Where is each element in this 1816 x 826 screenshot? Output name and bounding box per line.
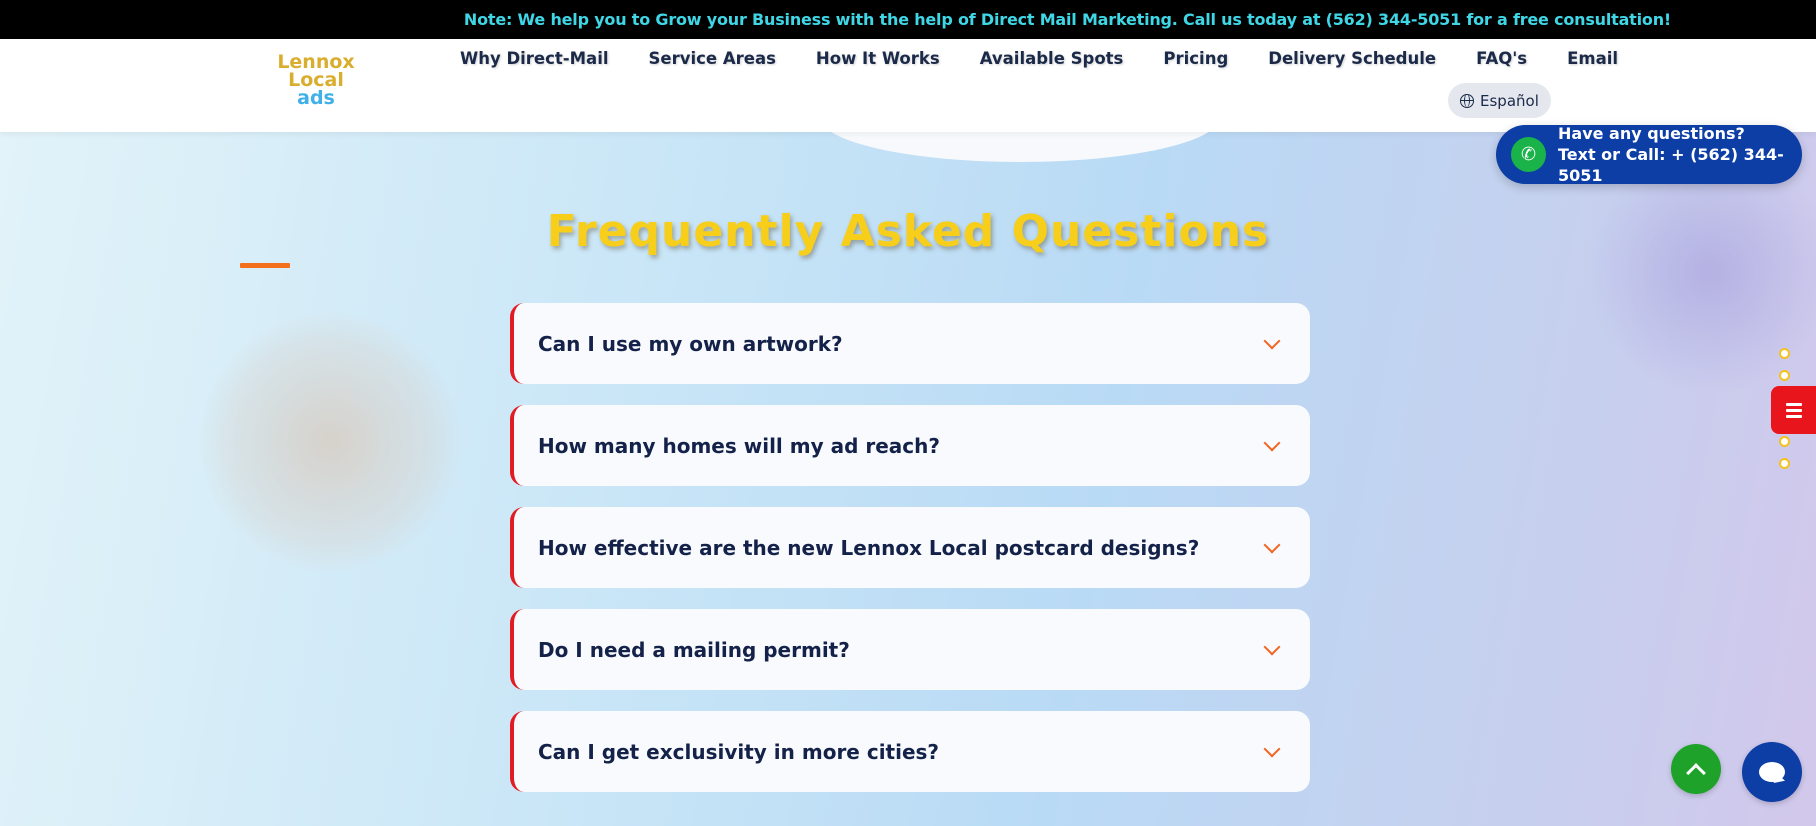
call-widget-line-1: Have any questions?	[1558, 124, 1745, 143]
faq-item[interactable]: How effective are the new Lennox Local p…	[510, 507, 1310, 588]
nav-available-spots[interactable]: Available Spots	[980, 49, 1124, 68]
call-widget-text: Have any questions? Text or Call: + (562…	[1558, 123, 1802, 186]
nav-service-areas[interactable]: Service Areas	[649, 49, 776, 68]
nav-why-direct-mail[interactable]: Why Direct-Mail	[460, 49, 609, 68]
background-blob	[200, 312, 460, 572]
scroll-top-button[interactable]	[1671, 744, 1721, 794]
faq-question: How effective are the new Lennox Local p…	[538, 535, 1200, 560]
call-widget[interactable]: ✆ Have any questions? Text or Call: + (5…	[1496, 123, 1802, 186]
call-widget-line-2: Text or Call: + (562) 344-5051	[1558, 145, 1784, 185]
faq-question: Can I get exclusivity in more cities?	[538, 739, 940, 764]
faq-question: Can I use my own artwork?	[538, 331, 843, 356]
section-dot[interactable]	[1779, 370, 1790, 381]
wave-decoration	[820, 132, 1220, 162]
chevron-down-icon	[1263, 332, 1281, 349]
chevron-down-icon	[1263, 638, 1281, 655]
chevron-up-icon	[1686, 762, 1706, 783]
announcement-bar: Note: We help you to Grow your Business …	[0, 0, 1816, 39]
faq-item[interactable]: Do I need a mailing permit?	[510, 609, 1310, 690]
site-header: Lennox Local ads Why Direct-Mail Service…	[0, 39, 1816, 132]
logo-line-3: ads	[297, 87, 335, 109]
accent-divider	[240, 263, 290, 268]
hamburger-icon	[1785, 402, 1802, 406]
hamburger-icon	[1785, 408, 1802, 412]
nav-how-it-works[interactable]: How It Works	[816, 49, 940, 68]
chevron-down-icon	[1263, 740, 1281, 757]
nav-email[interactable]: Email	[1567, 49, 1618, 68]
announcement-text: Note: We help you to Grow your Business …	[463, 10, 1671, 29]
section-dot[interactable]	[1779, 348, 1790, 359]
nav-pricing[interactable]: Pricing	[1163, 49, 1228, 68]
chevron-down-icon	[1263, 536, 1281, 553]
phone-icon: ✆	[1511, 137, 1546, 172]
faq-question: How many homes will my ad reach?	[538, 433, 940, 458]
language-label: Español	[1480, 91, 1539, 110]
faq-question: Do I need a mailing permit?	[538, 637, 850, 662]
faq-item[interactable]: How many homes will my ad reach?	[510, 405, 1310, 486]
nav-delivery-schedule[interactable]: Delivery Schedule	[1268, 49, 1436, 68]
chat-bubble-icon	[1759, 762, 1785, 782]
faq-title: Frequently Asked Questions	[546, 206, 1270, 257]
hamburger-icon	[1785, 414, 1802, 418]
section-dot[interactable]	[1779, 458, 1790, 469]
site-logo[interactable]: Lennox Local ads	[276, 53, 356, 109]
globe-icon	[1460, 93, 1474, 108]
side-menu-button[interactable]	[1771, 386, 1816, 434]
language-button[interactable]: Español	[1448, 83, 1551, 118]
main-nav: Why Direct-Mail Service Areas How It Wor…	[460, 49, 1618, 68]
faq-section: Frequently Asked Questions Can I use my …	[0, 132, 1816, 826]
nav-faqs[interactable]: FAQ's	[1476, 49, 1527, 68]
chat-button[interactable]	[1742, 742, 1802, 802]
chevron-down-icon	[1263, 434, 1281, 451]
section-dot[interactable]	[1779, 436, 1790, 447]
faq-item[interactable]: Can I use my own artwork?	[510, 303, 1310, 384]
faq-list: Can I use my own artwork? How many homes…	[510, 303, 1310, 813]
faq-item[interactable]: Can I get exclusivity in more cities?	[510, 711, 1310, 792]
